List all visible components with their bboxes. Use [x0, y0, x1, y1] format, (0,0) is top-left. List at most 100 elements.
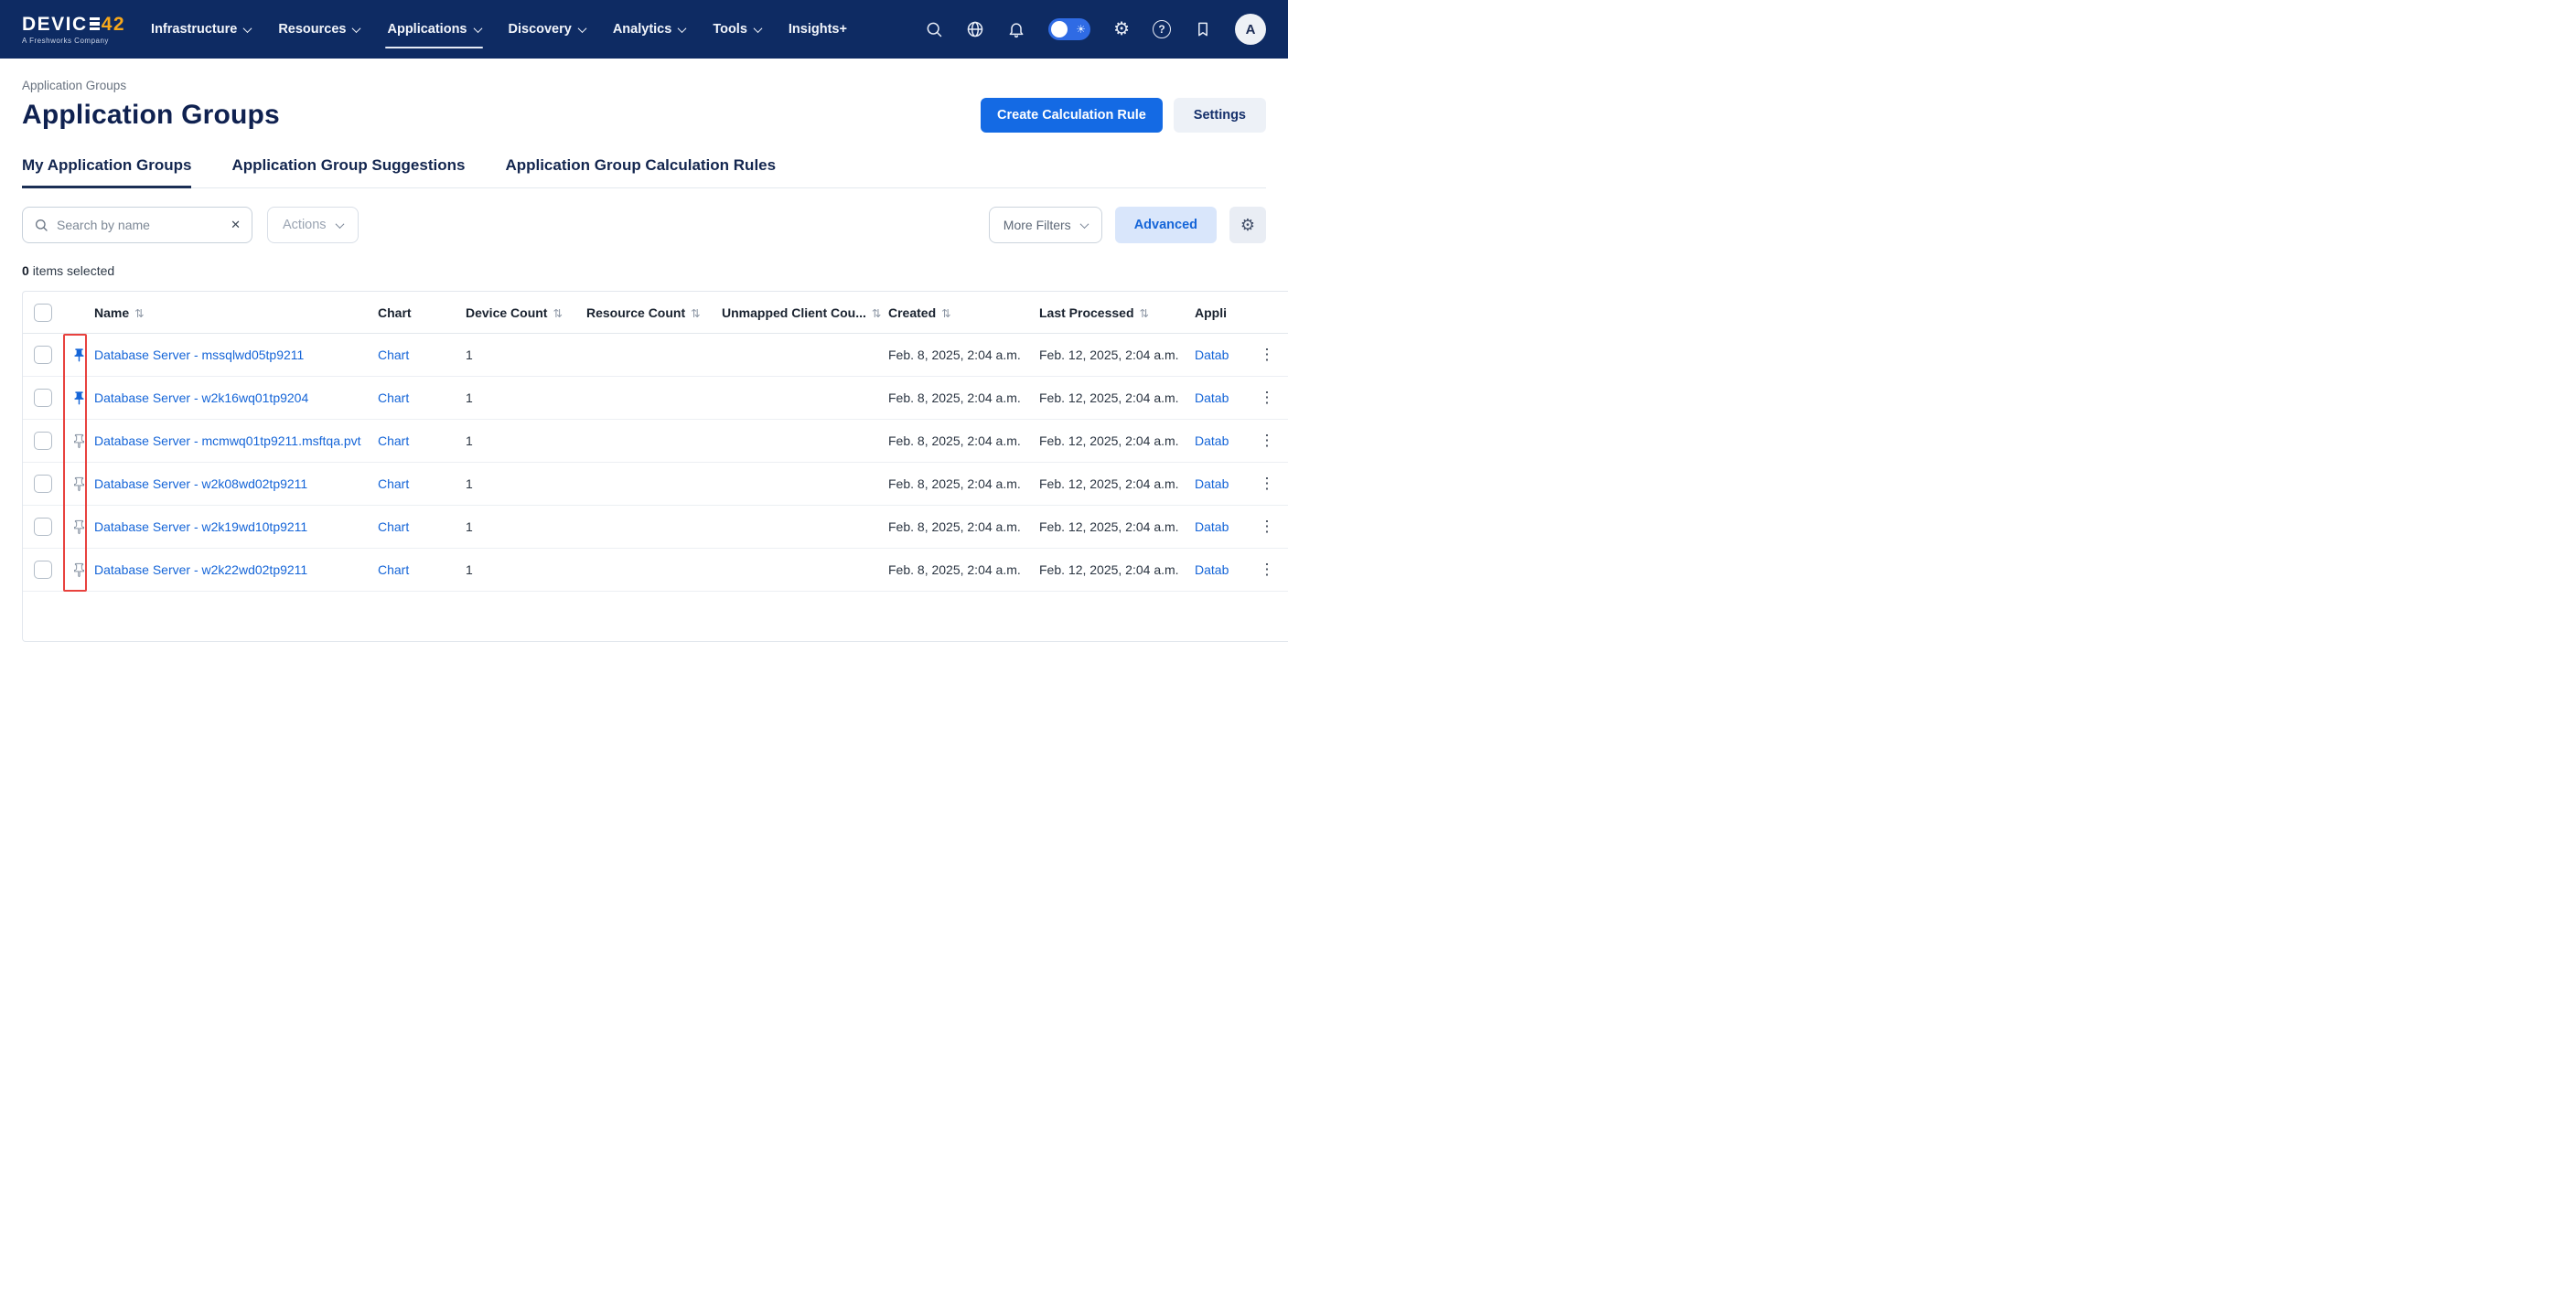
chart-link[interactable]: Chart	[378, 519, 409, 534]
last-processed-value: Feb. 12, 2025, 2:04 a.m.	[1039, 519, 1195, 534]
nav-item-label: Resources	[278, 22, 346, 37]
sort-icon[interactable]: ⇅	[691, 307, 700, 320]
table-row: Database Server - mcmwq01tp9211.msftqa.p…	[23, 420, 1288, 463]
clear-search-icon[interactable]: ✕	[231, 218, 241, 232]
more-filters-label: More Filters	[1004, 218, 1071, 232]
chevron-down-icon	[1079, 219, 1089, 229]
column-header-device-count[interactable]: Device Count	[466, 305, 547, 320]
group-name-link[interactable]: Database Server - w2k16wq01tp9204	[94, 390, 308, 405]
search-input[interactable]	[57, 218, 222, 232]
sort-icon[interactable]: ⇅	[941, 307, 950, 320]
tab-bar: My Application Groups Application Group …	[22, 156, 1266, 188]
device-count-value: 1	[466, 476, 586, 491]
application-link[interactable]: Datab	[1195, 519, 1229, 534]
pin-icon[interactable]	[71, 519, 87, 535]
kebab-menu-icon[interactable]: ⋮	[1260, 346, 1275, 364]
help-icon[interactable]: ?	[1153, 20, 1171, 38]
group-name-link[interactable]: Database Server - w2k08wd02tp9211	[94, 476, 307, 491]
theme-toggle[interactable]: ☀	[1048, 18, 1090, 40]
globe-icon[interactable]	[966, 20, 984, 38]
sort-icon[interactable]: ⇅	[553, 307, 562, 320]
chart-link[interactable]: Chart	[378, 347, 409, 362]
logo-part1: DEVIC	[22, 15, 88, 34]
select-all-checkbox[interactable]	[34, 304, 52, 322]
sort-icon[interactable]: ⇅	[134, 307, 144, 320]
settings-button[interactable]: Settings	[1174, 98, 1266, 133]
chart-link[interactable]: Chart	[378, 390, 409, 405]
group-name-link[interactable]: Database Server - mcmwq01tp9211.msftqa.p…	[94, 433, 361, 448]
chevron-down-icon	[577, 24, 586, 33]
nav-item-tools[interactable]: Tools	[713, 0, 761, 59]
actions-dropdown[interactable]: Actions	[267, 207, 359, 243]
logo-text: DEVIC 42	[22, 15, 125, 34]
tab-my-application-groups[interactable]: My Application Groups	[22, 156, 191, 187]
application-link[interactable]: Datab	[1195, 347, 1229, 362]
pin-icon[interactable]	[71, 390, 87, 406]
created-value: Feb. 8, 2025, 2:04 a.m.	[888, 519, 1039, 534]
kebab-menu-icon[interactable]: ⋮	[1260, 389, 1275, 407]
advanced-button[interactable]: Advanced	[1115, 207, 1217, 243]
tab-application-group-suggestions[interactable]: Application Group Suggestions	[231, 156, 465, 187]
sort-icon[interactable]: ⇅	[1140, 307, 1149, 320]
create-calculation-rule-button[interactable]: Create Calculation Rule	[981, 98, 1163, 133]
application-link[interactable]: Datab	[1195, 562, 1229, 577]
nav-item-applications[interactable]: Applications	[387, 0, 480, 59]
nav-item-analytics[interactable]: Analytics	[613, 0, 685, 59]
column-header-unmapped-client-count[interactable]: Unmapped Client Cou...	[722, 305, 866, 320]
tab-application-group-calculation-rules[interactable]: Application Group Calculation Rules	[505, 156, 776, 187]
kebab-menu-icon[interactable]: ⋮	[1260, 561, 1275, 579]
chart-link[interactable]: Chart	[378, 562, 409, 577]
device-count-value: 1	[466, 519, 586, 534]
gear-icon: ⚙	[1240, 216, 1255, 235]
bookmark-icon[interactable]	[1194, 20, 1212, 38]
chart-link[interactable]: Chart	[378, 476, 409, 491]
last-processed-value: Feb. 12, 2025, 2:04 a.m.	[1039, 347, 1195, 362]
row-checkbox[interactable]	[34, 561, 52, 579]
chart-link[interactable]: Chart	[378, 433, 409, 448]
kebab-menu-icon[interactable]: ⋮	[1260, 475, 1275, 493]
chevron-down-icon	[473, 24, 482, 33]
group-name-link[interactable]: Database Server - mssqlwd05tp9211	[94, 347, 304, 362]
pin-icon[interactable]	[71, 562, 87, 578]
row-checkbox[interactable]	[34, 475, 52, 493]
nav-item-label: Discovery	[509, 22, 572, 37]
nav-item-insights[interactable]: Insights+	[789, 0, 847, 59]
toolbar: ✕ Actions More Filters Advanced ⚙	[22, 207, 1266, 243]
column-header-resource-count[interactable]: Resource Count	[586, 305, 685, 320]
chevron-down-icon	[352, 24, 361, 33]
search-icon[interactable]	[925, 20, 943, 38]
column-header-created[interactable]: Created	[888, 305, 936, 320]
kebab-menu-icon[interactable]: ⋮	[1260, 518, 1275, 536]
pin-icon[interactable]	[71, 476, 87, 492]
application-link[interactable]: Datab	[1195, 476, 1229, 491]
bell-icon[interactable]	[1007, 20, 1025, 38]
row-checkbox[interactable]	[34, 346, 52, 364]
selection-summary: 0 items selected	[22, 263, 1266, 278]
sort-icon[interactable]: ⇅	[872, 307, 881, 320]
table-settings-button[interactable]: ⚙	[1229, 207, 1266, 243]
avatar[interactable]: A	[1235, 14, 1266, 45]
nav-item-resources[interactable]: Resources	[278, 0, 360, 59]
group-name-link[interactable]: Database Server - w2k22wd02tp9211	[94, 562, 307, 577]
more-filters-dropdown[interactable]: More Filters	[989, 207, 1102, 243]
chevron-down-icon	[678, 24, 687, 33]
pin-icon[interactable]	[71, 433, 87, 449]
application-link[interactable]: Datab	[1195, 390, 1229, 405]
last-processed-value: Feb. 12, 2025, 2:04 a.m.	[1039, 562, 1195, 577]
breadcrumb[interactable]: Application Groups	[22, 79, 1266, 92]
kebab-menu-icon[interactable]: ⋮	[1260, 432, 1275, 450]
column-header-last-processed[interactable]: Last Processed	[1039, 305, 1134, 320]
selection-count: 0	[22, 263, 29, 278]
application-link[interactable]: Datab	[1195, 433, 1229, 448]
table-row: Database Server - w2k22wd02tp9211 Chart …	[23, 549, 1288, 592]
row-checkbox[interactable]	[34, 432, 52, 450]
nav-item-discovery[interactable]: Discovery	[509, 0, 585, 59]
column-header-name[interactable]: Name	[94, 305, 129, 320]
logo[interactable]: DEVIC 42 A Freshworks Company	[22, 15, 125, 45]
row-checkbox[interactable]	[34, 389, 52, 407]
group-name-link[interactable]: Database Server - w2k19wd10tp9211	[94, 519, 307, 534]
nav-item-infrastructure[interactable]: Infrastructure	[151, 0, 251, 59]
gear-icon[interactable]: ⚙	[1113, 20, 1130, 38]
pin-icon[interactable]	[71, 347, 87, 363]
row-checkbox[interactable]	[34, 518, 52, 536]
